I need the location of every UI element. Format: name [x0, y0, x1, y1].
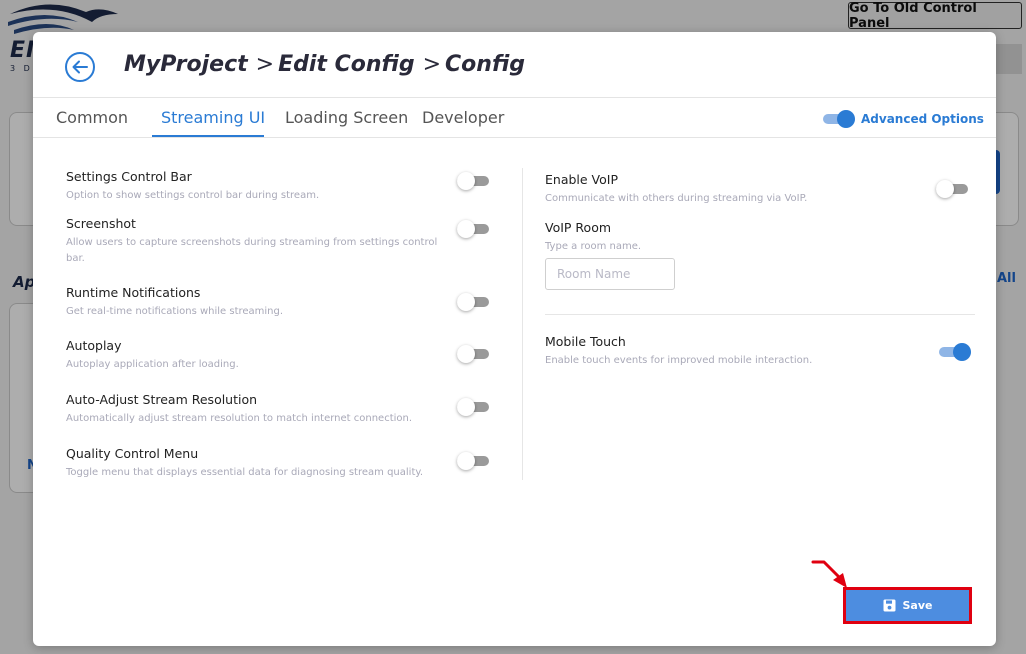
setting-title: Settings Control Bar [66, 169, 192, 184]
breadcrumb-separator: > [422, 52, 442, 77]
setting-description: Option to show settings control bar duri… [66, 190, 320, 201]
setting-title: Runtime Notifications [66, 285, 201, 300]
save-button-label: Save [902, 599, 933, 612]
breadcrumb-config: Config [445, 52, 526, 77]
setting-description: Get real-time notifications while stream… [66, 306, 284, 317]
settings-control-bar-toggle[interactable] [457, 172, 489, 190]
breadcrumb-project[interactable]: MyProject [124, 52, 248, 77]
setting-auto-adjust-resolution: Auto-Adjust Stream Resolution Automatica… [66, 392, 446, 427]
breadcrumb-separator: > [255, 52, 275, 77]
back-arrow-icon[interactable] [64, 51, 96, 83]
setting-title: VoIP Room [545, 220, 612, 235]
setting-title: Mobile Touch [545, 334, 626, 349]
setting-quality-control-menu: Quality Control Menu Toggle menu that di… [66, 446, 446, 481]
setting-description: Communicate with others during streaming… [545, 193, 808, 204]
voip-room-input[interactable] [545, 258, 675, 290]
setting-description: Automatically adjust stream resolution t… [66, 413, 413, 424]
column-divider [522, 168, 523, 480]
setting-title: Screenshot [66, 216, 136, 231]
setting-voip-room: VoIP Room Type a room name. [545, 220, 915, 255]
setting-description: Enable touch events for improved mobile … [545, 355, 813, 366]
active-tab-indicator [152, 135, 264, 137]
floppy-disk-icon [883, 599, 895, 612]
setting-title: Quality Control Menu [66, 446, 199, 461]
runtime-notifications-toggle[interactable] [457, 293, 489, 311]
breadcrumb: MyProject > Edit Config > Config [124, 52, 525, 77]
quality-control-menu-toggle[interactable] [457, 452, 489, 470]
setting-title: Enable VoIP [545, 172, 619, 187]
annotation-arrow-icon [811, 560, 847, 588]
auto-adjust-resolution-toggle[interactable] [457, 398, 489, 416]
mobile-touch-toggle[interactable] [939, 343, 971, 361]
edit-config-modal: MyProject > Edit Config > Config Common … [33, 32, 996, 646]
setting-autoplay: Autoplay Autoplay application after load… [66, 338, 446, 373]
setting-enable-voip: Enable VoIP Communicate with others duri… [545, 172, 915, 207]
tab-loading-screen[interactable]: Loading Screen [285, 108, 408, 127]
setting-description: Toggle menu that displays essential data… [66, 467, 424, 478]
setting-mobile-touch: Mobile Touch Enable touch events for imp… [545, 334, 915, 369]
setting-settings-control-bar: Settings Control Bar Option to show sett… [66, 169, 446, 204]
setting-description: Autoplay application after loading. [66, 359, 239, 370]
setting-description: Type a room name. [545, 241, 642, 252]
setting-title: Autoplay [66, 338, 122, 353]
section-divider [545, 314, 975, 315]
setting-title: Auto-Adjust Stream Resolution [66, 392, 258, 407]
screenshot-toggle[interactable] [457, 220, 489, 238]
modal-header: MyProject > Edit Config > Config [33, 32, 996, 98]
setting-description: Allow users to capture screenshots durin… [66, 237, 438, 264]
enable-voip-toggle[interactable] [936, 180, 968, 198]
autoplay-toggle[interactable] [457, 345, 489, 363]
save-button[interactable]: Save [846, 590, 969, 621]
setting-runtime-notifications: Runtime Notifications Get real-time noti… [66, 285, 446, 320]
setting-screenshot: Screenshot Allow users to capture screen… [66, 216, 446, 267]
breadcrumb-edit-config[interactable]: Edit Config [278, 52, 414, 77]
config-tabs: Common Streaming UI Loading Screen Devel… [33, 98, 996, 138]
advanced-options-label: Advanced Options [861, 112, 984, 126]
tab-developer[interactable]: Developer [422, 108, 504, 127]
tab-streaming-ui[interactable]: Streaming UI [161, 108, 265, 127]
advanced-options-toggle[interactable] [823, 110, 855, 128]
advanced-options-control[interactable]: Advanced Options [823, 110, 984, 128]
tab-common[interactable]: Common [56, 108, 128, 127]
